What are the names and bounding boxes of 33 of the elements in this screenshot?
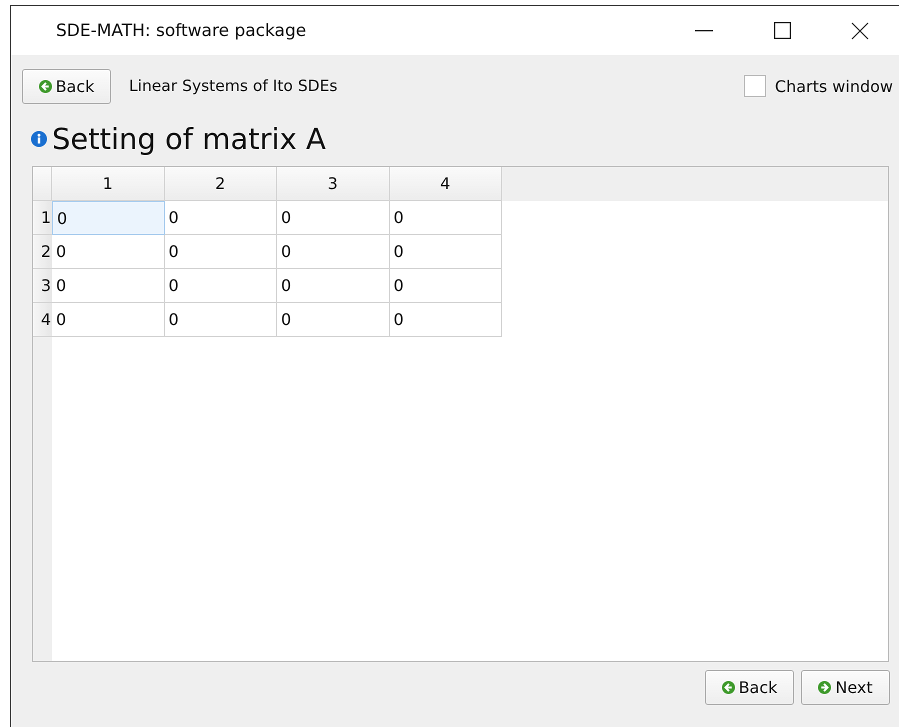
back-button[interactable]: Back xyxy=(705,670,794,705)
minimize-icon xyxy=(695,30,713,32)
column-header: 3 xyxy=(277,167,390,201)
table-cell[interactable]: 0 xyxy=(52,235,164,269)
column-header: 2 xyxy=(164,167,277,201)
checkbox-label: Charts window xyxy=(774,76,893,96)
window-title: SDE-MATH: software package xyxy=(55,20,308,40)
table-cell[interactable]: 0 xyxy=(52,201,164,235)
left-arrow-icon xyxy=(38,80,52,92)
row-header: 2 xyxy=(33,235,52,269)
table-cell[interactable]: 0 xyxy=(52,269,164,303)
maximize-icon xyxy=(774,22,790,39)
checkbox[interactable] xyxy=(744,75,766,97)
header-corner xyxy=(33,167,52,201)
left-arrow-icon xyxy=(722,681,735,694)
table-cell[interactable]: 0 xyxy=(164,269,277,303)
page-subtitle: Linear Systems of Ito SDEs xyxy=(129,77,338,95)
table-cell[interactable]: 0 xyxy=(164,201,277,235)
column-header: 1 xyxy=(52,167,164,201)
back-button[interactable]: Back xyxy=(22,68,111,104)
table-cell[interactable]: 0 xyxy=(164,235,277,269)
row-header: 1 xyxy=(33,201,52,235)
table-cell[interactable]: 0 xyxy=(277,201,390,235)
row-header: 3 xyxy=(33,269,52,303)
table-cell[interactable]: 0 xyxy=(277,235,390,269)
section-heading: Setting of matrix A xyxy=(52,122,326,156)
next-button[interactable]: Next xyxy=(801,670,890,705)
close-icon xyxy=(851,22,869,40)
info-icon xyxy=(31,131,47,147)
right-arrow-icon xyxy=(818,681,832,694)
row-header: 4 xyxy=(33,303,52,337)
column-header: 4 xyxy=(390,167,502,201)
table-cell[interactable]: 0 xyxy=(277,269,390,303)
